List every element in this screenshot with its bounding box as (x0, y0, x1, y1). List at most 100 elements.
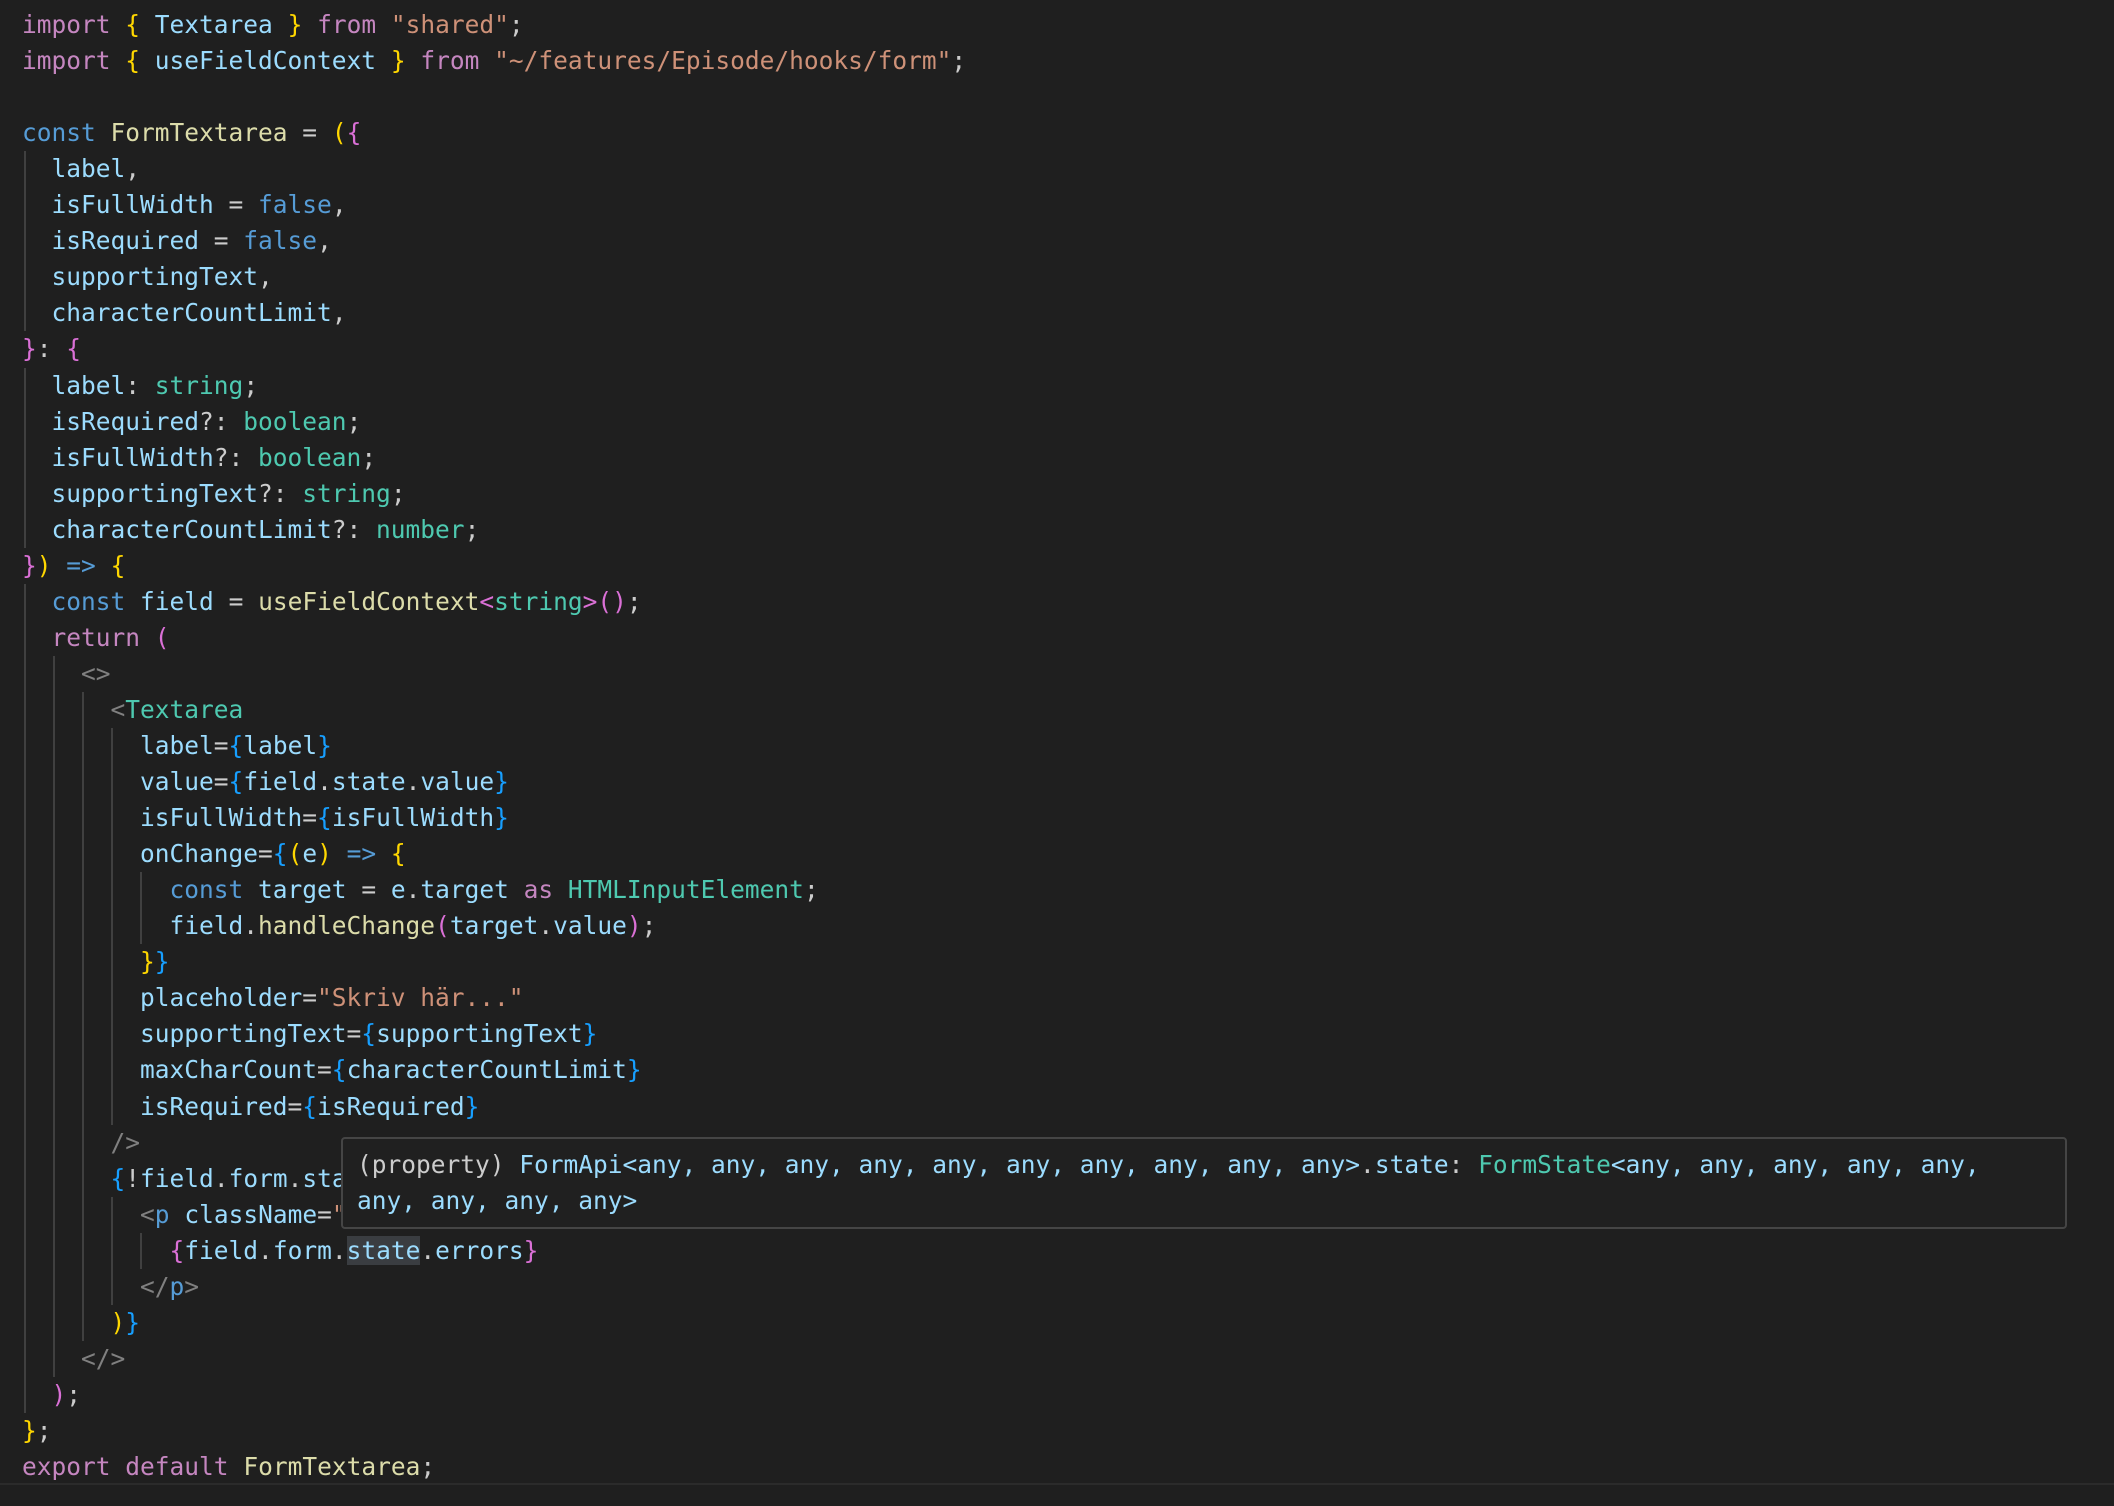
code-token: { (125, 10, 141, 39)
code-token: form (272, 1235, 332, 1265)
code-line[interactable]: onChange={(e) => { (22, 836, 406, 872)
code-token: label (243, 731, 318, 760)
code-line[interactable]: const target = e.target as HTMLInputElem… (22, 872, 819, 908)
code-token: . (405, 875, 421, 905)
code-token: characterCountLimit (51, 298, 332, 328)
code-token: } (287, 10, 303, 39)
code-line[interactable]: isRequired={isRequired} (22, 1089, 479, 1125)
code-token: ( (154, 622, 170, 652)
code-token: field (140, 586, 214, 616)
code-token: { (66, 334, 82, 364)
code-line[interactable]: supportingText?: string; (22, 476, 406, 512)
code-line[interactable]: const FormTextarea = ({ (22, 115, 361, 151)
code-token: ?: (258, 478, 303, 508)
code-token: /> (110, 1127, 141, 1157)
code-line[interactable]: {!field.form.sta (22, 1161, 347, 1197)
code-token: , (317, 226, 332, 256)
code-token: } (317, 731, 332, 760)
code-line[interactable]: <p className=" (22, 1197, 347, 1233)
code-line[interactable]: isFullWidth = false, (22, 187, 347, 223)
code-line[interactable]: label={label} (22, 728, 332, 764)
code-token: } (22, 550, 37, 580)
code-line[interactable]: <> (22, 656, 111, 692)
code-line[interactable]: label, (22, 151, 141, 187)
code-line[interactable]: isFullWidth={isFullWidth} (22, 800, 509, 836)
code-token: . (317, 767, 332, 797)
editor-bottom-border (0, 1483, 2114, 1485)
code-token: HTMLInputElement (567, 875, 804, 905)
code-line[interactable]: characterCountLimit?: number; (22, 512, 480, 548)
code-token: target (449, 911, 539, 941)
code-line[interactable]: label: string; (22, 368, 259, 404)
code-token: = (346, 875, 391, 905)
code-editor[interactable]: import { Textarea } from "shared"; import… (0, 0, 2114, 1506)
code-line[interactable]: isRequired?: boolean; (22, 404, 362, 440)
code-token: { (346, 118, 362, 148)
code-token: > (184, 1271, 200, 1301)
code-token: } (22, 334, 37, 364)
code-line[interactable]: field.handleChange(target.value); (22, 908, 657, 944)
code-line[interactable]: }} (22, 944, 170, 980)
code-token: ( (331, 118, 347, 148)
code-line[interactable]: )} (22, 1305, 141, 1341)
code-line[interactable]: import { useFieldContext } from "~/featu… (22, 43, 966, 79)
code-line[interactable]: </> (22, 1341, 125, 1377)
code-line[interactable]: /> (22, 1125, 141, 1161)
code-line[interactable]: supportingText={supportingText} (22, 1016, 597, 1052)
code-line[interactable]: }: { (22, 331, 81, 367)
code-token: form (228, 1163, 288, 1193)
code-line[interactable]: <Textarea (22, 692, 244, 728)
code-token: { (228, 767, 244, 797)
code-line[interactable]: ); (22, 1377, 82, 1413)
code-line[interactable]: export default FormTextarea; (22, 1449, 435, 1485)
code-token: ; (803, 875, 819, 905)
code-line[interactable]: {field.form.state.errors} (22, 1233, 538, 1269)
code-token: . (258, 1235, 273, 1265)
code-line[interactable]: characterCountLimit, (22, 295, 347, 331)
code-token: = (213, 767, 229, 797)
code-line[interactable]: maxCharCount={characterCountLimit} (22, 1052, 642, 1088)
code-token: target (420, 875, 509, 905)
code-token: , (331, 190, 347, 220)
code-token: "Skriv här..." (317, 983, 524, 1013)
code-line[interactable]: isRequired = false, (22, 223, 332, 259)
code-token: } (390, 46, 406, 76)
code-line[interactable]: isFullWidth?: boolean; (22, 440, 377, 476)
code-token: isFullWidth (51, 190, 214, 220)
code-token: , (331, 298, 347, 328)
code-line[interactable]: </p> (22, 1269, 199, 1305)
code-line[interactable]: return ( (22, 620, 170, 656)
tooltip-token: state (1374, 1150, 1449, 1179)
code-token: false (243, 226, 318, 256)
code-token: } (494, 803, 509, 833)
code-token: ?: (331, 514, 377, 544)
code-line[interactable]: import { Textarea } from "shared"; (22, 7, 524, 43)
code-token: . (287, 1163, 303, 1193)
code-line[interactable]: placeholder="Skriv här..." (22, 980, 524, 1016)
code-line[interactable]: }) => { (22, 548, 125, 584)
code-line[interactable]: const field = useFieldContext<string>(); (22, 584, 642, 620)
code-line[interactable]: }; (22, 1413, 52, 1449)
code-line[interactable]: supportingText, (22, 259, 273, 295)
tooltip-token: FormApi (519, 1150, 623, 1179)
code-token: ) (36, 550, 52, 580)
code-line[interactable]: value={field.state.value} (22, 764, 509, 800)
code-token: useFieldContext (258, 586, 480, 616)
code-token: field (140, 1163, 214, 1193)
code-token: : (125, 370, 155, 400)
code-token: ) (317, 839, 332, 869)
